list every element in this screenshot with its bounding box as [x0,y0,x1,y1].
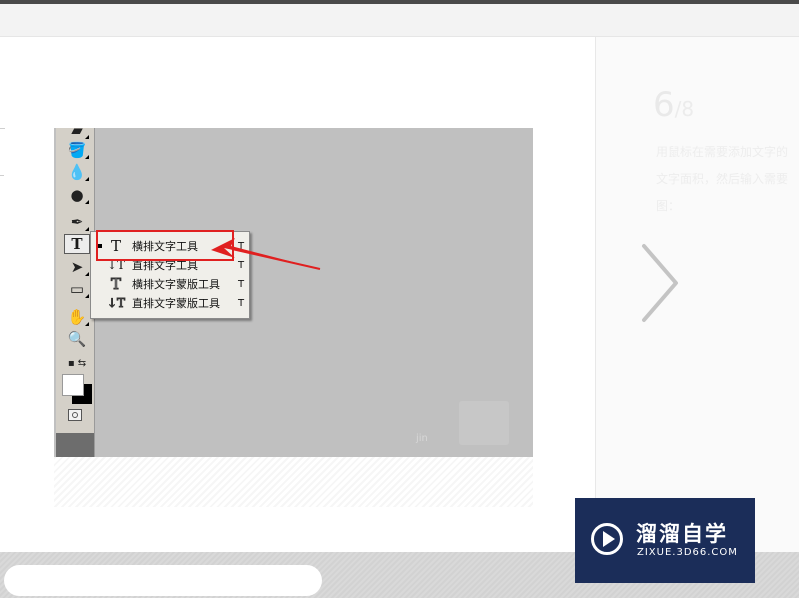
watermark-blob [459,401,509,445]
next-step-button[interactable] [636,240,684,326]
step-counter: 6/8 [653,85,694,125]
left-edge-mark [0,175,4,176]
watermark-text: jin [416,433,428,444]
play-icon [603,531,615,547]
brand-logo: 溜溜自学 ZIXUE.3D66.COM [575,498,755,583]
step-panel: 6/8 用鼠标在需要添加文字的 文字面积，然后输入需要 图： [595,37,799,552]
step-description: 用鼠标在需要添加文字的 文字面积，然后输入需要 图： [656,145,789,213]
step-number: 6 [653,85,675,125]
chevron-right-icon [642,244,678,322]
brand-name: 溜溜自学 [636,522,728,546]
image-reflection [54,457,533,507]
brand-url: ZIXUE.3D66.COM [637,547,738,558]
tutorial-screenshot: ▰ 🪣 💧 ● ✒ T ➤ ▭ ✋ 🔍 ▪ ⇆ T 横排文字工具 T ↓T 直排… [54,128,533,457]
step-total: /8 [674,97,695,121]
comment-input[interactable] [4,565,322,596]
header-bar [0,4,799,37]
left-edge-mark [0,128,5,129]
